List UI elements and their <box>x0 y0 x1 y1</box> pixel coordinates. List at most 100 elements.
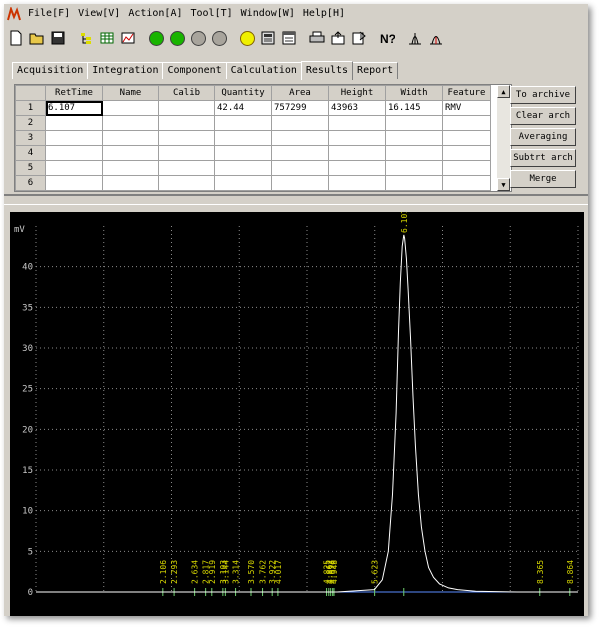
table-cell[interactable] <box>45 145 103 161</box>
green-circle-icon[interactable] <box>146 28 166 48</box>
table-row[interactable]: 6 <box>15 175 491 191</box>
table-cell[interactable] <box>214 130 272 146</box>
tab-report[interactable]: Report <box>352 62 399 79</box>
bulb-icon[interactable] <box>237 28 257 48</box>
table-cell[interactable] <box>271 115 329 131</box>
table-row[interactable]: 3 <box>15 130 491 146</box>
grid-icon[interactable] <box>97 28 117 48</box>
table-cell[interactable] <box>328 115 386 131</box>
clear-archive-button[interactable]: Clear arch <box>510 107 576 125</box>
import-icon[interactable] <box>349 28 369 48</box>
green-circle-icon[interactable] <box>167 28 187 48</box>
table-cell[interactable] <box>271 160 329 176</box>
export-icon[interactable] <box>328 28 348 48</box>
table-cell[interactable] <box>158 130 215 146</box>
scroll-up-icon[interactable]: ▲ <box>497 85 510 98</box>
column-header[interactable]: Calib <box>158 85 215 101</box>
calculator-icon[interactable] <box>258 28 278 48</box>
chromatogram-chart[interactable]: 40 35 30 25 20 15 10 5 0 mV 2.106 2.293 2.634 2.817 2.… <box>10 209 584 616</box>
table-cell[interactable] <box>102 160 159 176</box>
table-cell[interactable] <box>158 160 215 176</box>
table-cell[interactable] <box>158 145 215 161</box>
to-archive-button[interactable]: To archive <box>510 86 576 104</box>
menu-help[interactable]: Help[H] <box>299 5 349 23</box>
chart-icon[interactable] <box>118 28 138 48</box>
table-cell[interactable] <box>328 160 386 176</box>
menu-tool[interactable]: Tool[T] <box>187 5 237 23</box>
merge-button[interactable]: Merge <box>510 170 576 188</box>
table-cell[interactable]: 43963 <box>328 100 386 116</box>
results-table[interactable]: RetTime Name Calib Quantity Area Height … <box>14 84 512 192</box>
tab-integration[interactable]: Integration <box>87 62 164 79</box>
table-cell[interactable] <box>385 160 443 176</box>
table-cell[interactable] <box>328 145 386 161</box>
table-cell[interactable] <box>102 145 159 161</box>
table-cell[interactable] <box>45 160 103 176</box>
table-cell[interactable]: RMV <box>442 100 491 116</box>
gray-circle-icon[interactable] <box>209 28 229 48</box>
table-cell[interactable] <box>442 130 491 146</box>
menu-view[interactable]: View[V] <box>74 5 124 23</box>
table-cell[interactable] <box>385 115 443 131</box>
save-icon[interactable] <box>48 28 68 48</box>
table-row[interactable]: 5 <box>15 160 491 176</box>
table-cell[interactable] <box>442 175 491 191</box>
table-cell[interactable] <box>214 145 272 161</box>
table-cell[interactable] <box>442 160 491 176</box>
column-header[interactable]: Height <box>328 85 386 101</box>
table-cell[interactable] <box>102 100 159 116</box>
table-cell[interactable] <box>442 115 491 131</box>
new-file-icon[interactable] <box>6 28 26 48</box>
menu-file[interactable]: File[F] <box>24 5 74 23</box>
table-cell[interactable] <box>328 175 386 191</box>
menu-window[interactable]: Window[W] <box>237 5 299 23</box>
table-cell[interactable]: 42.44 <box>214 100 272 116</box>
open-folder-icon[interactable] <box>27 28 47 48</box>
table-row[interactable]: 2 <box>15 115 491 131</box>
column-header[interactable]: Area <box>271 85 329 101</box>
gray-circle-icon[interactable] <box>188 28 208 48</box>
help-icon[interactable]: N? <box>377 28 397 48</box>
column-header[interactable]: Feature <box>442 85 491 101</box>
column-header[interactable]: Quantity <box>214 85 272 101</box>
table-cell[interactable] <box>158 100 215 116</box>
tab-results[interactable]: Results <box>300 61 354 80</box>
peak-icon[interactable] <box>405 28 425 48</box>
table-cell[interactable] <box>45 115 103 131</box>
table-cell[interactable] <box>158 175 215 191</box>
table-cell[interactable] <box>442 145 491 161</box>
table-cell[interactable] <box>214 160 272 176</box>
table-cell[interactable] <box>271 130 329 146</box>
print-icon[interactable] <box>307 28 327 48</box>
scroll-down-icon[interactable]: ▼ <box>497 178 510 191</box>
table-cell[interactable] <box>385 145 443 161</box>
table-cell[interactable]: 6.107 <box>45 100 103 116</box>
tree-icon[interactable] <box>76 28 96 48</box>
table-cell[interactable]: 16.145 <box>385 100 443 116</box>
table-cell[interactable] <box>102 130 159 146</box>
peak-split-icon[interactable] <box>426 28 446 48</box>
table-cell[interactable]: 757299 <box>271 100 329 116</box>
splitter[interactable] <box>4 194 588 196</box>
table-cell[interactable] <box>271 175 329 191</box>
table-cell[interactable] <box>214 175 272 191</box>
tab-acquisition[interactable]: Acquisition <box>12 62 89 79</box>
table-scrollbar[interactable]: ▲ ▼ <box>497 85 510 191</box>
table-cell[interactable] <box>102 175 159 191</box>
table-cell[interactable] <box>158 115 215 131</box>
table-cell[interactable] <box>271 145 329 161</box>
tab-component[interactable]: Component <box>162 62 227 79</box>
column-header[interactable]: Width <box>385 85 443 101</box>
table-cell[interactable] <box>385 130 443 146</box>
tab-calculation[interactable]: Calculation <box>225 62 302 79</box>
column-header[interactable]: RetTime <box>45 85 103 101</box>
subtract-archive-button[interactable]: Subtrt arch <box>510 149 576 167</box>
table-cell[interactable] <box>102 115 159 131</box>
column-header[interactable]: Name <box>102 85 159 101</box>
table-cell[interactable] <box>45 175 103 191</box>
table-cell[interactable] <box>385 175 443 191</box>
table-cell[interactable] <box>45 130 103 146</box>
table-row[interactable]: 4 <box>15 145 491 161</box>
calendar-icon[interactable] <box>279 28 299 48</box>
menu-action[interactable]: Action[A] <box>124 5 186 23</box>
